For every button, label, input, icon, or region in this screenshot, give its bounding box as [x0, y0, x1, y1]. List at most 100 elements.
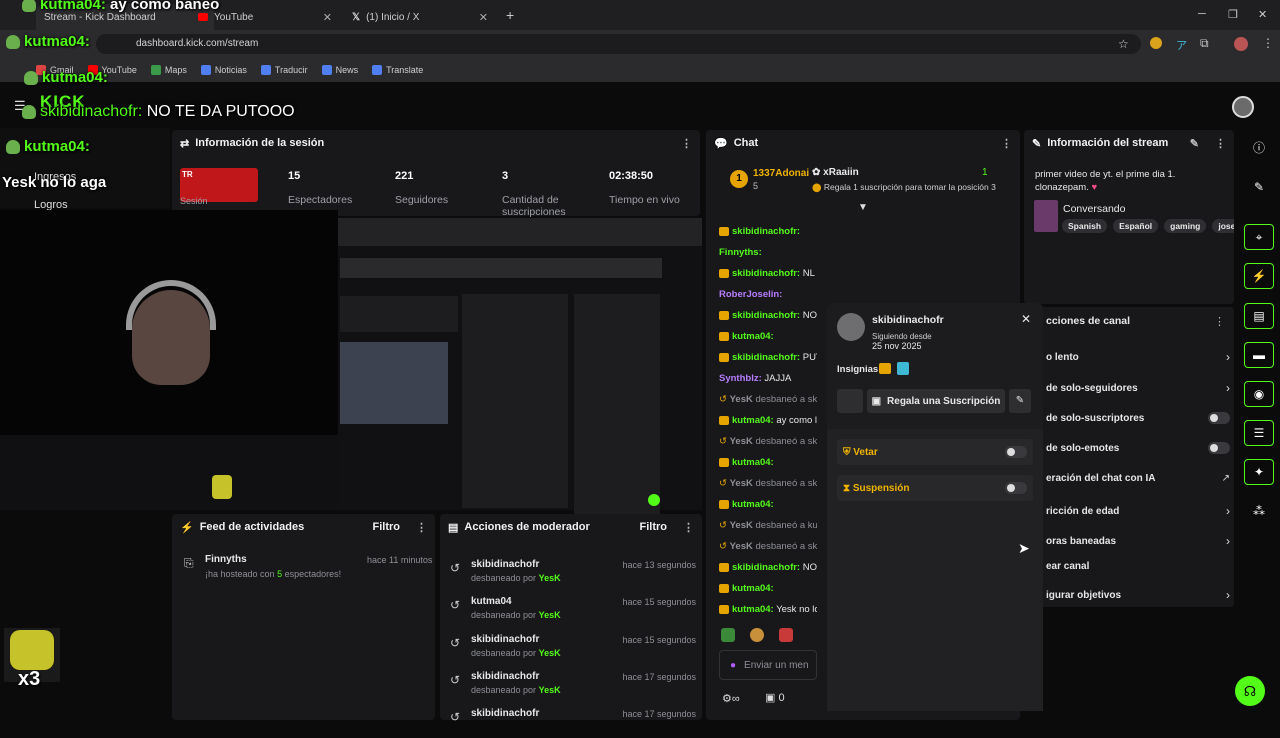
category-label[interactable]: Conversando	[1063, 203, 1125, 215]
ban-toggle[interactable]	[1005, 446, 1027, 458]
chat-username[interactable]: kutma04:	[732, 499, 774, 510]
chat-message[interactable]: RoberJoselin:	[719, 289, 817, 300]
points[interactable]: ▣ 0	[765, 691, 785, 704]
url-field[interactable]: dashboard.kick.com/stream	[96, 34, 1141, 54]
more-options-icon[interactable]: ⋮	[681, 137, 692, 150]
layout-icon[interactable]: ☰	[1244, 420, 1274, 446]
more-options-icon[interactable]: ⋮	[1001, 137, 1012, 150]
bookmark-news[interactable]: News	[321, 65, 358, 75]
gift-leader[interactable]: ✿ xRaaiin	[812, 167, 859, 178]
mod-action-user[interactable]: skibidinachofr	[471, 708, 539, 719]
mod-action-row[interactable]: ↺ kutma04 hace 15 segundos desbaneado por Y…	[450, 596, 696, 626]
more-options-icon[interactable]: ⋮	[683, 521, 694, 534]
close-icon[interactable]: ✕	[323, 11, 332, 24]
microphone-icon[interactable]: ●	[730, 660, 736, 671]
tag-chip[interactable]: jose	[1212, 219, 1234, 233]
pin-toggle-icon[interactable]: ▼	[858, 202, 868, 213]
chat-message[interactable]: kutma04:	[719, 499, 817, 510]
bookmark-translate[interactable]: Translate	[372, 65, 423, 75]
bolt-icon[interactable]: ⚡	[1244, 263, 1274, 289]
chat-message[interactable]: skibidinachofr: NO	[719, 310, 817, 321]
tag-chip[interactable]: Español	[1113, 219, 1159, 233]
close-icon[interactable]: ✕	[479, 11, 488, 24]
channel-action-row[interactable]: ear canal	[1046, 561, 1230, 572]
tag-chip[interactable]: Spanish	[1062, 219, 1108, 233]
chat-message[interactable]: skibidinachofr: NO	[719, 562, 817, 573]
filter-button[interactable]: Filtro	[373, 521, 401, 533]
chat-username[interactable]: YesK	[730, 436, 753, 447]
wrench-icon[interactable]: ✦	[1244, 459, 1274, 485]
chat-message[interactable]: ↺ YesK desbaneó a skib	[719, 478, 817, 489]
chat-username[interactable]: YesK	[730, 541, 753, 552]
chat-message[interactable]: ↺ YesK desbaneó a skib	[719, 436, 817, 447]
mod-tools-button[interactable]: ✎	[1009, 389, 1031, 413]
chat-username[interactable]: RoberJoselin:	[719, 289, 782, 300]
chat-username[interactable]: kutma04:	[732, 457, 774, 468]
chat-username[interactable]: kutma04:	[732, 583, 774, 594]
mod-action-user[interactable]: skibidinachofr	[471, 671, 539, 682]
channel-action-row[interactable]: ricción de edad ›	[1046, 504, 1230, 518]
chat-input[interactable]: ● Enviar un men	[719, 650, 817, 680]
mod-action-user[interactable]: skibidinachofr	[471, 559, 539, 570]
timeout-toggle[interactable]	[1005, 482, 1027, 494]
chat-username[interactable]: skibidinachofr:	[732, 562, 800, 573]
pencil-icon[interactable]: ✎	[1244, 174, 1274, 200]
chat-bubble-icon[interactable]: ▬	[1244, 342, 1274, 368]
chat-username[interactable]: YesK	[730, 478, 753, 489]
close-window-icon[interactable]: ✕	[1258, 8, 1267, 21]
mod-action-row[interactable]: ↺ skibidinachofr hace 15 segundos desbanead…	[450, 634, 696, 664]
chat-message[interactable]: kutma04: ay como l	[719, 415, 817, 426]
settings-icon[interactable]: ⚙∞	[722, 692, 740, 705]
chat-username[interactable]: skibidinachofr:	[732, 310, 800, 321]
emote-icon[interactable]	[750, 628, 765, 642]
maximize-icon[interactable]: ❐	[1228, 8, 1238, 21]
focus-icon[interactable]: ⌖	[1244, 224, 1274, 250]
user-avatar[interactable]	[837, 313, 865, 341]
pencil-icon[interactable]: ✎	[1190, 137, 1199, 150]
user-avatar[interactable]	[1232, 96, 1254, 118]
channel-action-row[interactable]: de solo-seguidores ›	[1046, 381, 1230, 395]
star-icon[interactable]: ☆	[1118, 37, 1129, 51]
channel-action-row[interactable]: de solo-suscriptores	[1046, 412, 1230, 424]
chat-username[interactable]: skibidinachofr:	[732, 268, 800, 279]
connect-icon[interactable]: ⁂	[1244, 498, 1274, 524]
chat-message[interactable]: skibidinachofr:	[719, 226, 817, 237]
chat-username[interactable]: kutma04:	[732, 604, 774, 615]
chat-message[interactable]: kutma04:	[719, 583, 817, 594]
channel-action-row[interactable]: de solo-emotes	[1046, 442, 1230, 454]
channel-action-row[interactable]: o lento ›	[1046, 350, 1230, 364]
info-icon[interactable]: ⓘ	[1244, 134, 1274, 160]
mod-action-row[interactable]: ↺ skibidinachofr hace 17 segundos	[450, 708, 696, 738]
more-options-icon[interactable]: ⋮	[1215, 137, 1226, 150]
emote-icon[interactable]	[779, 628, 794, 642]
chat-message[interactable]: Finnyths:	[719, 247, 817, 258]
mod-action-row[interactable]: ↺ skibidinachofr hace 17 segundos desbanead…	[450, 671, 696, 701]
broadcast-icon[interactable]: ◉	[1244, 381, 1274, 407]
mod-action-user[interactable]: kutma04	[471, 596, 512, 607]
chat-message[interactable]: kutma04:	[719, 331, 817, 342]
chat-username[interactable]: skibidinachofr:	[732, 352, 800, 363]
timeout-toggle-row[interactable]: ⧗ Suspensión	[837, 475, 1033, 501]
chat-message[interactable]: ↺ YesK desbaneó a skib	[719, 541, 817, 552]
popup-username[interactable]: skibidinachofr	[872, 314, 944, 326]
emote-icon[interactable]	[721, 628, 735, 642]
menu-icon[interactable]: ⋮	[1262, 36, 1274, 50]
document-icon[interactable]: ▤	[1244, 303, 1274, 329]
chat-username[interactable]: YesK	[730, 394, 753, 405]
channel-action-row[interactable]: eración del chat con IA ↗	[1046, 473, 1230, 484]
chat-message[interactable]: Synthblz: JAJJA	[719, 373, 817, 384]
activity-user[interactable]: Finnyths	[205, 554, 247, 565]
mod-action-user[interactable]: skibidinachofr	[471, 634, 539, 645]
chat-message[interactable]: kutma04: Yesk no lo	[719, 604, 817, 615]
chat-message[interactable]: kutma04:	[719, 457, 817, 468]
extension-icon[interactable]	[1150, 37, 1162, 49]
toggle-switch[interactable]	[1208, 442, 1230, 454]
close-icon[interactable]: ✕	[1021, 312, 1031, 326]
chat-message[interactable]: ↺ YesK desbaneó a skib	[719, 394, 817, 405]
leader-name[interactable]: 1337Adonai	[753, 168, 809, 179]
more-options-icon[interactable]: ⋮	[416, 521, 427, 534]
chat-message[interactable]: skibidinachofr: PUT	[719, 352, 817, 363]
more-options-icon[interactable]: ⋮	[1214, 315, 1225, 328]
chat-username[interactable]: YesK	[730, 520, 753, 531]
category-thumbnail[interactable]	[1034, 200, 1058, 232]
